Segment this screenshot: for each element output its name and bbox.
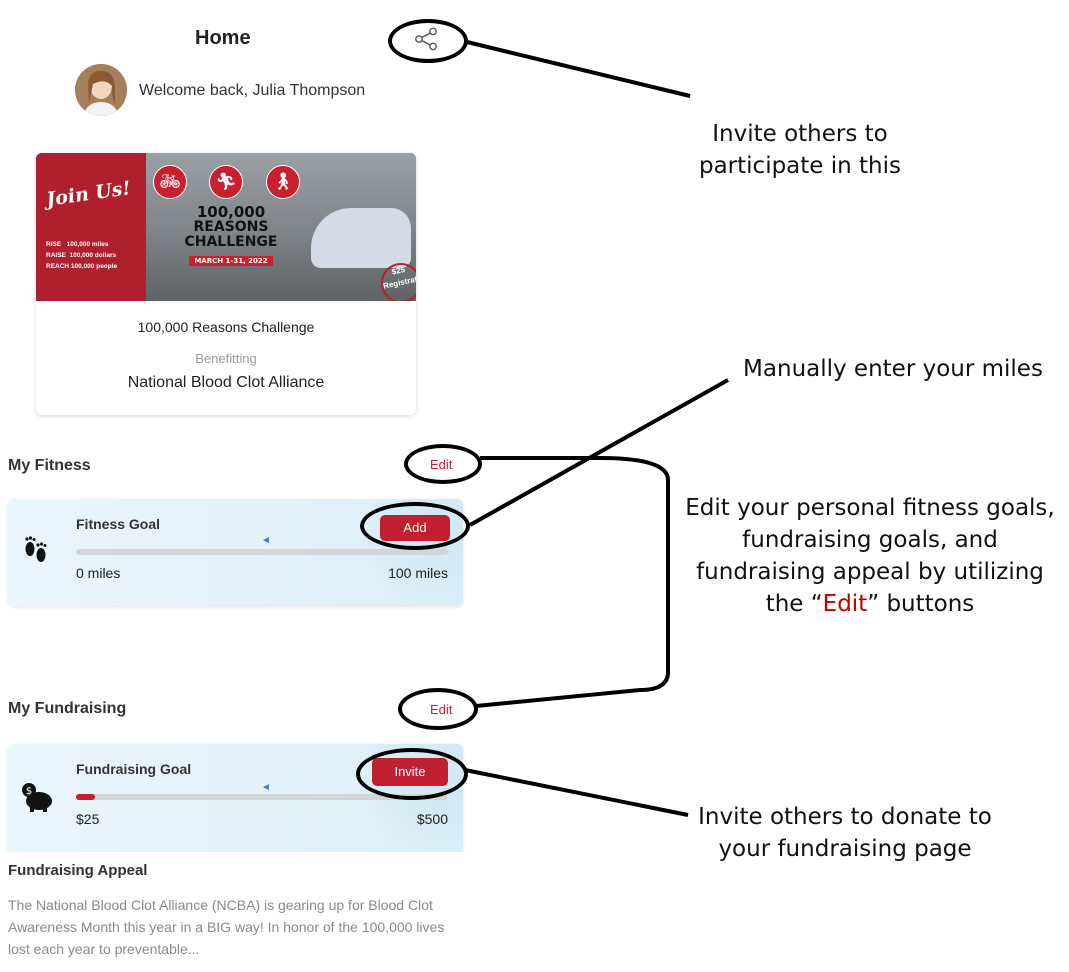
fitness-edit-highlight-ring bbox=[404, 444, 482, 484]
fundraising-edit-highlight-ring bbox=[398, 688, 478, 730]
invite-highlight-ring bbox=[356, 748, 468, 800]
share-annotation: Invite others to participate in this bbox=[698, 121, 901, 179]
add-highlight-ring bbox=[360, 502, 470, 550]
add-annotation: Manually enter your miles bbox=[743, 356, 1043, 382]
invite-annotation: Invite others to donate to your fundrais… bbox=[698, 804, 992, 862]
edit-annotation-after: ” buttons bbox=[867, 591, 975, 617]
edit-annotation: Edit your personal fitness goals, fundra… bbox=[675, 492, 1065, 620]
share-highlight-ring bbox=[388, 19, 468, 63]
edit-annotation-highlight: Edit bbox=[822, 591, 868, 617]
